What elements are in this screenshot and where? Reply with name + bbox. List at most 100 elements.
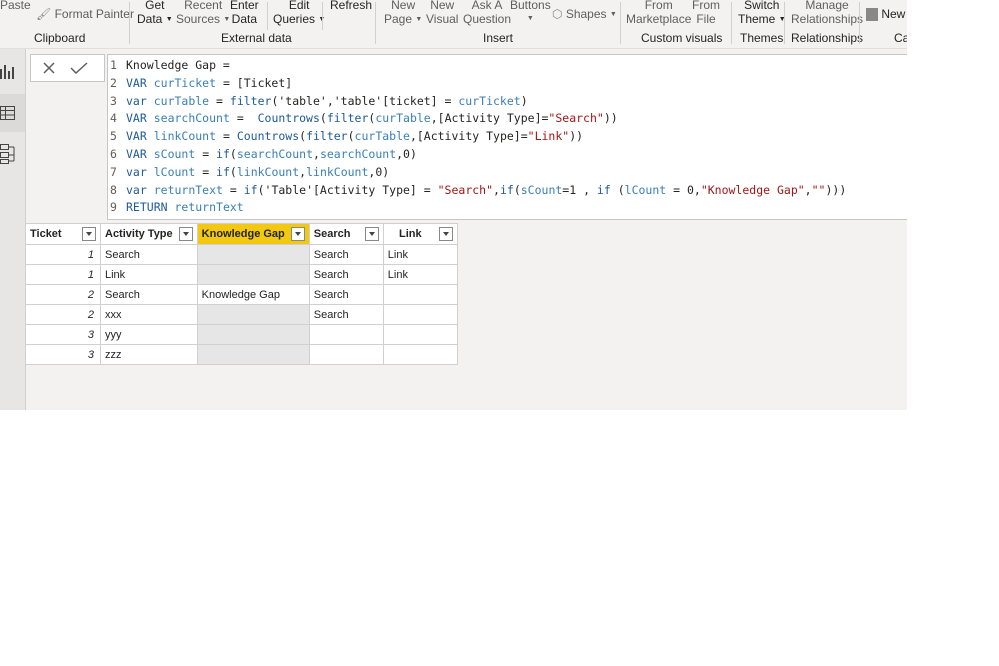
column-header-link[interactable]: Link xyxy=(382,223,458,245)
table-row[interactable]: 3 yyy xyxy=(25,324,458,345)
table-cell[interactable]: Search xyxy=(308,304,384,325)
new-visual-button[interactable]: New Visual xyxy=(426,0,458,26)
table-cell[interactable] xyxy=(196,344,310,365)
filter-dropdown-icon[interactable] xyxy=(364,227,379,241)
manage-relationships-button[interactable]: Manage Relationships xyxy=(791,0,863,26)
paste-button[interactable]: Paste xyxy=(0,0,31,12)
model-view-button[interactable] xyxy=(0,135,25,173)
new-page-button[interactable]: New Page ▼ xyxy=(384,0,422,27)
group-divider xyxy=(375,2,376,44)
table-cell[interactable]: Search xyxy=(100,244,198,265)
format-painter-label: Format Painter xyxy=(54,7,134,21)
table-cell[interactable]: 2 xyxy=(25,304,101,325)
table-cell[interactable] xyxy=(196,264,310,285)
dax-formula-editor[interactable]: 1 Knowledge Gap = 2 VAR curTicket = [Ticket… xyxy=(107,54,907,220)
table-cell[interactable]: Link xyxy=(100,264,198,285)
table-cell[interactable] xyxy=(196,244,310,265)
table-body: 1 Search Search Link 1 Link Search Link 2 Search K… xyxy=(25,244,458,365)
table-cell[interactable] xyxy=(382,284,458,305)
recent-sources-button[interactable]: Recent Sources ▼ xyxy=(176,0,230,27)
chevron-down-icon: ▼ xyxy=(165,15,173,23)
chevron-down-icon: ▼ xyxy=(526,15,534,22)
manage-relationships-label-2: Relationships xyxy=(791,12,864,26)
group-external-data: External data xyxy=(221,31,292,45)
column-header-search[interactable]: Search xyxy=(308,223,384,245)
column-header-ticket[interactable]: Ticket xyxy=(25,223,101,245)
table-cell[interactable] xyxy=(308,344,384,365)
enter-data-button[interactable]: Enter Data xyxy=(230,0,259,26)
group-divider xyxy=(620,2,621,44)
group-divider xyxy=(129,2,130,44)
column-header-label: Link xyxy=(398,228,422,240)
from-file-button[interactable]: From File xyxy=(692,0,720,26)
table-cell[interactable]: Search xyxy=(308,284,384,305)
group-calculations: Ca xyxy=(894,31,907,45)
table-row[interactable]: 2 Search Knowledge Gap Search xyxy=(25,284,458,305)
table-cell[interactable]: Knowledge Gap xyxy=(196,284,310,305)
report-view-button[interactable] xyxy=(0,52,25,90)
table-cell[interactable]: Link xyxy=(382,244,458,265)
table-cell[interactable]: 2 xyxy=(25,284,101,305)
new-measure-button[interactable]: New xyxy=(866,7,906,22)
table-cell[interactable] xyxy=(196,304,310,325)
table-row[interactable]: 1 Link Search Link xyxy=(25,264,458,285)
table-cell[interactable] xyxy=(382,304,458,325)
new-visual-label-2: Visual xyxy=(426,12,459,26)
from-file-label-2: File xyxy=(696,12,716,26)
table-cell[interactable]: Search xyxy=(308,244,384,265)
table-cell[interactable]: zzz xyxy=(100,344,198,365)
data-view-button[interactable] xyxy=(0,94,25,132)
calculator-icon xyxy=(866,8,878,22)
group-themes: Themes xyxy=(740,31,784,45)
table-cell[interactable] xyxy=(382,324,458,345)
from-marketplace-label-1: From xyxy=(644,0,673,12)
commit-formula-button[interactable] xyxy=(68,58,90,78)
table-cell[interactable]: 1 xyxy=(25,264,101,285)
table-cell[interactable] xyxy=(196,324,310,345)
table-cell[interactable] xyxy=(308,324,384,345)
cancel-formula-button[interactable] xyxy=(38,58,60,78)
ask-question-button[interactable]: Ask A Question xyxy=(463,0,511,26)
group-custom-visuals: Custom visuals xyxy=(641,31,723,45)
recent-sources-label-2: Sources xyxy=(176,12,221,26)
new-label: New xyxy=(881,7,906,21)
table-row[interactable]: 2 xxx Search xyxy=(25,304,458,325)
table-cell[interactable]: 3 xyxy=(25,324,101,345)
ask-question-label-2: Question xyxy=(463,12,512,26)
buttons-button[interactable]: Buttons ▼ xyxy=(510,0,551,26)
table-cell[interactable]: Link xyxy=(382,264,458,285)
column-header-label: Search xyxy=(313,228,351,240)
table-cell[interactable]: yyy xyxy=(100,324,198,345)
table-cell[interactable]: 3 xyxy=(25,344,101,365)
column-header-activity-type[interactable]: Activity Type xyxy=(100,223,198,245)
filter-dropdown-icon[interactable] xyxy=(290,227,305,241)
switch-theme-label-1: Switch xyxy=(744,0,780,12)
header-row: Ticket Activity Type Knowledge Gap Searc… xyxy=(25,223,458,245)
line-number: 3 xyxy=(110,93,117,108)
code-text: var returnText = if('Table'[Activity Typ… xyxy=(126,182,847,197)
ribbon: Paste 🖌 Format Painter Clipboard Get Dat… xyxy=(0,0,907,49)
switch-theme-button[interactable]: Switch Theme ▼ xyxy=(738,0,786,27)
enter-data-label-2: Data xyxy=(231,12,258,26)
filter-dropdown-icon[interactable] xyxy=(178,227,193,241)
table-cell[interactable]: Search xyxy=(308,264,384,285)
filter-dropdown-icon[interactable] xyxy=(82,227,96,241)
group-insert: Insert xyxy=(483,31,514,45)
table-cell[interactable] xyxy=(382,344,458,365)
edit-queries-button[interactable]: Edit Queries ▼ xyxy=(273,0,325,27)
format-painter-button[interactable]: 🖌 Format Painter xyxy=(36,7,134,21)
table-cell[interactable]: xxx xyxy=(100,304,198,325)
filter-dropdown-icon[interactable] xyxy=(438,227,453,241)
column-header-knowledge-gap[interactable]: Knowledge Gap xyxy=(196,223,310,245)
table-row[interactable]: 1 Search Search Link xyxy=(25,244,458,265)
table-cell[interactable]: 1 xyxy=(25,244,101,265)
table-cell[interactable]: Search xyxy=(100,284,198,305)
table-row[interactable]: 3 zzz xyxy=(25,344,458,365)
refresh-button[interactable]: Refresh xyxy=(330,0,372,12)
from-marketplace-button[interactable]: From Marketplace xyxy=(626,0,691,26)
shapes-button[interactable]: ⬡ Shapes ▼ xyxy=(552,7,617,22)
get-data-button[interactable]: Get Data ▼ xyxy=(137,0,173,27)
refresh-label: Refresh xyxy=(330,0,373,12)
group-divider xyxy=(784,2,785,44)
close-icon xyxy=(43,62,55,74)
